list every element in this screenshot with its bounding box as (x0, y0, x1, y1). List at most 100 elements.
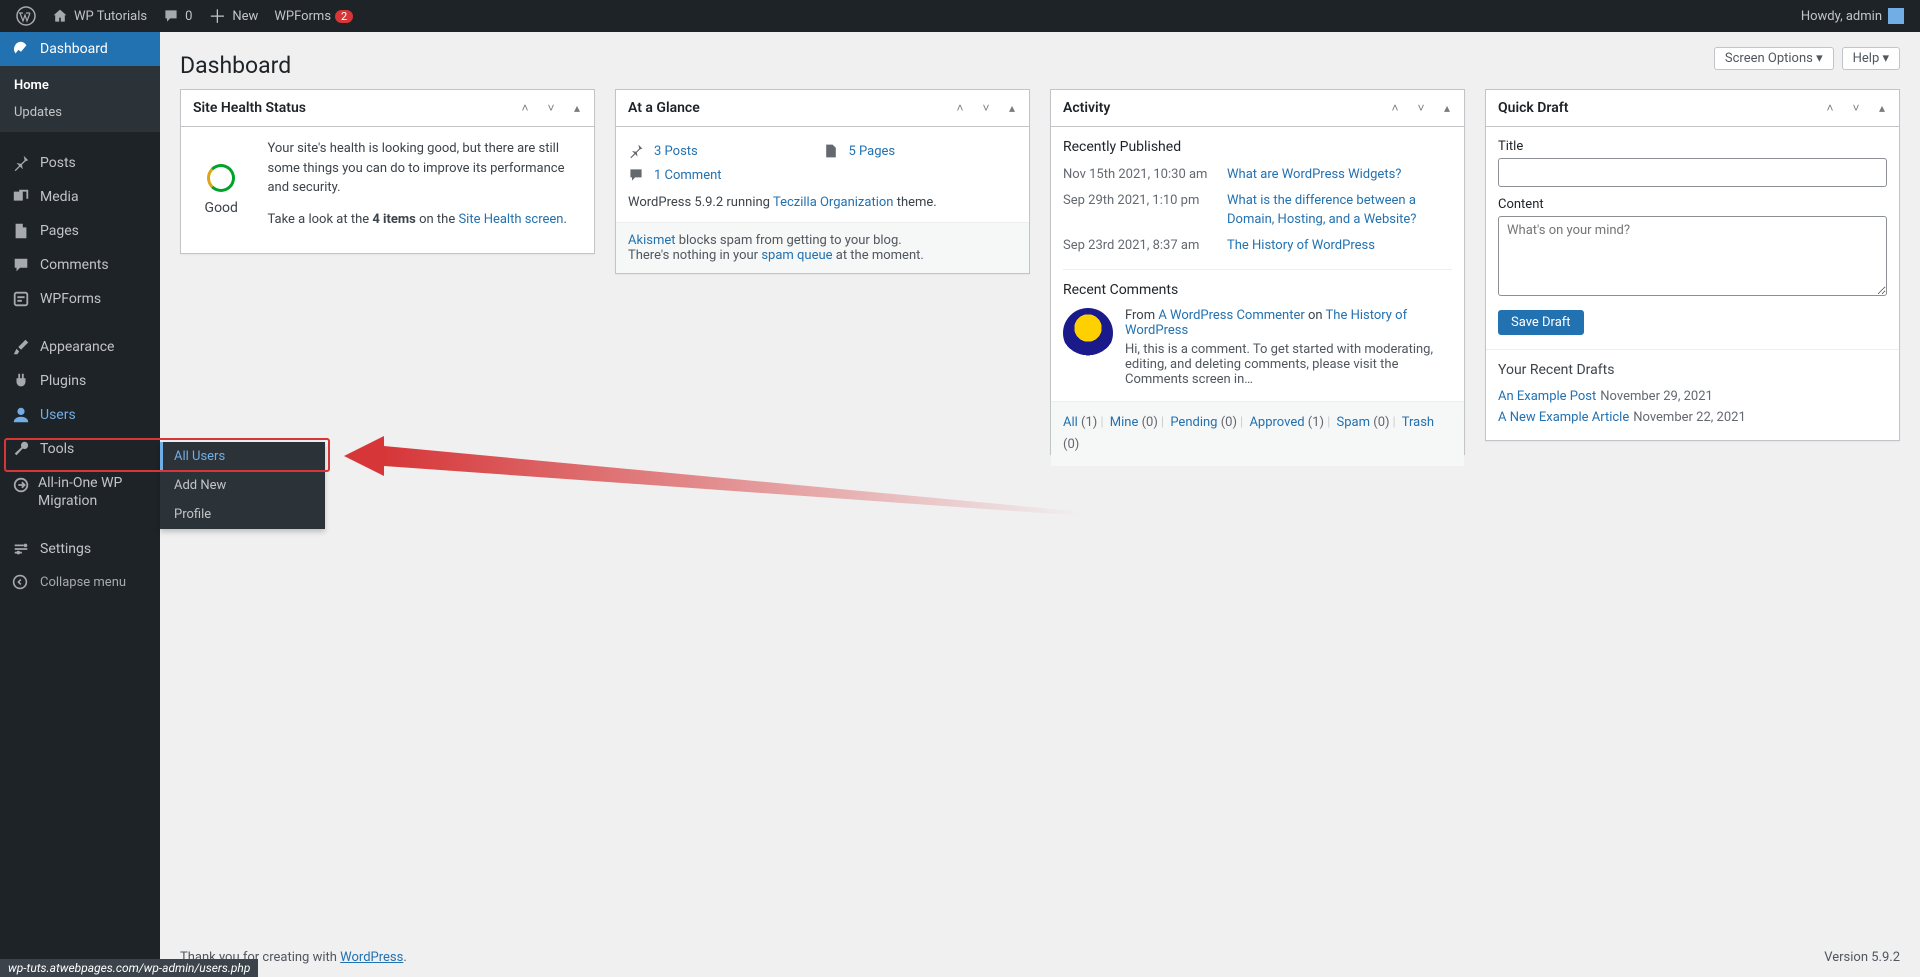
menu-plugins[interactable]: Plugins (0, 364, 160, 398)
wp-logo[interactable] (8, 0, 44, 32)
browser-status-bar: wp-tut​s.atwebpages.com/wp-admin/users.p… (0, 959, 258, 977)
post-link[interactable]: The History of WordPress (1227, 236, 1375, 256)
site-health-widget: Site Health Status ˄ ˅ ▴ Good Y (180, 89, 595, 254)
wpforms-badge: 2 (335, 10, 353, 23)
menu-wpforms[interactable]: WPForms (0, 282, 160, 316)
filter-mine[interactable]: Mine (1110, 415, 1139, 430)
wpforms-link[interactable]: WPForms 2 (266, 0, 361, 32)
spam-queue-link[interactable]: spam queue (761, 248, 832, 263)
recent-drafts-heading: Your Recent Drafts (1498, 362, 1887, 378)
widget-title: Quick Draft (1486, 90, 1580, 126)
wp-version: WordPress 5.9.2 running Teczilla Organiz… (628, 195, 1017, 210)
page-title: Dashboard (180, 52, 291, 79)
move-up-icon[interactable]: ˄ (1817, 93, 1843, 123)
menu-media[interactable]: Media (0, 180, 160, 214)
my-account[interactable]: Howdy, admin (1793, 0, 1912, 32)
toggle-icon[interactable]: ▴ (999, 93, 1025, 123)
activity-row: Sep 23rd 2021, 8:37 amThe History of Wor… (1063, 236, 1452, 256)
site-name-link[interactable]: WP Tutorials (44, 0, 155, 32)
help-button[interactable]: Help ▾ (1842, 47, 1900, 70)
health-items: Take a look at the 4 items on the Site H… (267, 210, 582, 230)
move-down-icon[interactable]: ˅ (538, 93, 564, 123)
avatar-icon (1888, 8, 1904, 24)
new-content-link[interactable]: ＋ New (200, 0, 266, 32)
admin-bar: WP Tutorials 0 ＋ New WPForms 2 Howdy, ad… (0, 0, 1920, 32)
move-down-icon[interactable]: ˅ (1843, 93, 1869, 123)
wordpress-icon (16, 6, 36, 26)
pin-icon (628, 143, 646, 159)
submenu-updates[interactable]: Updates (0, 99, 160, 126)
draft-content-input[interactable] (1498, 216, 1887, 296)
brush-icon (12, 338, 32, 356)
move-down-icon[interactable]: ˅ (973, 93, 999, 123)
submenu-home[interactable]: Home (0, 72, 160, 99)
home-icon (52, 8, 68, 24)
flyout-add-new[interactable]: Add New (160, 471, 325, 500)
move-up-icon[interactable]: ˄ (1382, 93, 1408, 123)
filter-approved[interactable]: Approved (1249, 415, 1304, 430)
widget-title: Activity (1051, 90, 1122, 126)
draft-title-input[interactable] (1498, 158, 1887, 187)
health-indicator-icon (207, 164, 235, 192)
post-link[interactable]: What are WordPress Widgets? (1227, 165, 1401, 185)
move-down-icon[interactable]: ˅ (1408, 93, 1434, 123)
widget-title: At a Glance (616, 90, 712, 126)
title-label: Title (1498, 139, 1887, 154)
form-icon (12, 290, 32, 308)
filter-pending[interactable]: Pending (1170, 415, 1217, 430)
draft-link[interactable]: A New Example Article (1498, 410, 1629, 425)
toggle-icon[interactable]: ▴ (564, 93, 590, 123)
widget-title: Site Health Status (181, 90, 318, 126)
akismet-link[interactable]: Akismet (628, 233, 676, 248)
menu-aio-migration[interactable]: All-in-One WP Migration (0, 466, 160, 518)
filter-trash[interactable]: Trash (1402, 415, 1434, 430)
move-up-icon[interactable]: ˄ (512, 93, 538, 123)
toggle-icon[interactable]: ▴ (1434, 93, 1460, 123)
menu-settings[interactable]: Settings (0, 532, 160, 566)
comment-icon (628, 167, 646, 183)
toggle-icon[interactable]: ▴ (1869, 93, 1895, 123)
menu-users[interactable]: Users (0, 398, 160, 432)
site-health-link[interactable]: Site Health screen (458, 212, 563, 227)
menu-posts[interactable]: Posts (0, 146, 160, 180)
screen-options-button[interactable]: Screen Options ▾ (1714, 47, 1834, 70)
activity-row: Nov 15th 2021, 10:30 amWhat are WordPres… (1063, 165, 1452, 185)
posts-count-link[interactable]: 3 Posts (654, 144, 698, 159)
health-desc: Your site's health is looking good, but … (267, 139, 582, 198)
comment-icon (163, 8, 179, 24)
comment-filters: All (1)| Mine (0)| Pending (0)| Approved… (1051, 401, 1464, 466)
filter-all[interactable]: All (1063, 415, 1078, 430)
media-icon (12, 188, 32, 206)
pages-count-link[interactable]: 5 Pages (849, 144, 896, 159)
filter-spam[interactable]: Spam (1337, 415, 1371, 430)
menu-comments[interactable]: Comments (0, 248, 160, 282)
page-icon (12, 222, 32, 240)
save-draft-button[interactable]: Save Draft (1498, 310, 1584, 335)
draft-link[interactable]: An Example Post (1498, 389, 1596, 404)
health-status-label: Good (205, 200, 238, 216)
theme-link[interactable]: Teczilla Organization (773, 195, 894, 210)
submenu-dashboard: Home Updates (0, 66, 160, 132)
menu-appearance[interactable]: Appearance (0, 330, 160, 364)
gravatar-icon (1063, 308, 1113, 358)
menu-dashboard[interactable]: Dashboard (0, 32, 160, 66)
activity-row: Sep 29th 2021, 1:10 pmWhat is the differ… (1063, 191, 1452, 230)
comment-author-link[interactable]: A WordPress Commenter (1158, 308, 1304, 323)
flyout-all-users[interactable]: All Users (160, 442, 325, 471)
menu-tools[interactable]: Tools (0, 432, 160, 466)
wordpress-link[interactable]: WordPress (340, 950, 403, 965)
site-name: WP Tutorials (74, 9, 147, 24)
post-link[interactable]: What is the difference between a Domain,… (1227, 191, 1452, 230)
dashboard-icon (12, 40, 32, 58)
menu-pages[interactable]: Pages (0, 214, 160, 248)
at-a-glance-widget: At a Glance ˄ ˅ ▴ 3 Posts 5 Pages (615, 89, 1030, 274)
admin-menu: Dashboard Home Updates Posts Media Pages… (0, 32, 160, 977)
comments-count-link[interactable]: 1 Comment (654, 168, 722, 183)
flyout-profile[interactable]: Profile (160, 500, 325, 529)
collapse-menu[interactable]: Collapse menu (0, 566, 160, 598)
draft-item: An Example PostNovember 29, 2021 (1498, 386, 1887, 407)
plugin-icon (12, 372, 32, 390)
comments-link[interactable]: 0 (155, 0, 200, 32)
move-up-icon[interactable]: ˄ (947, 93, 973, 123)
activity-widget: Activity ˄ ˅ ▴ Recently Published Nov 15… (1050, 89, 1465, 455)
